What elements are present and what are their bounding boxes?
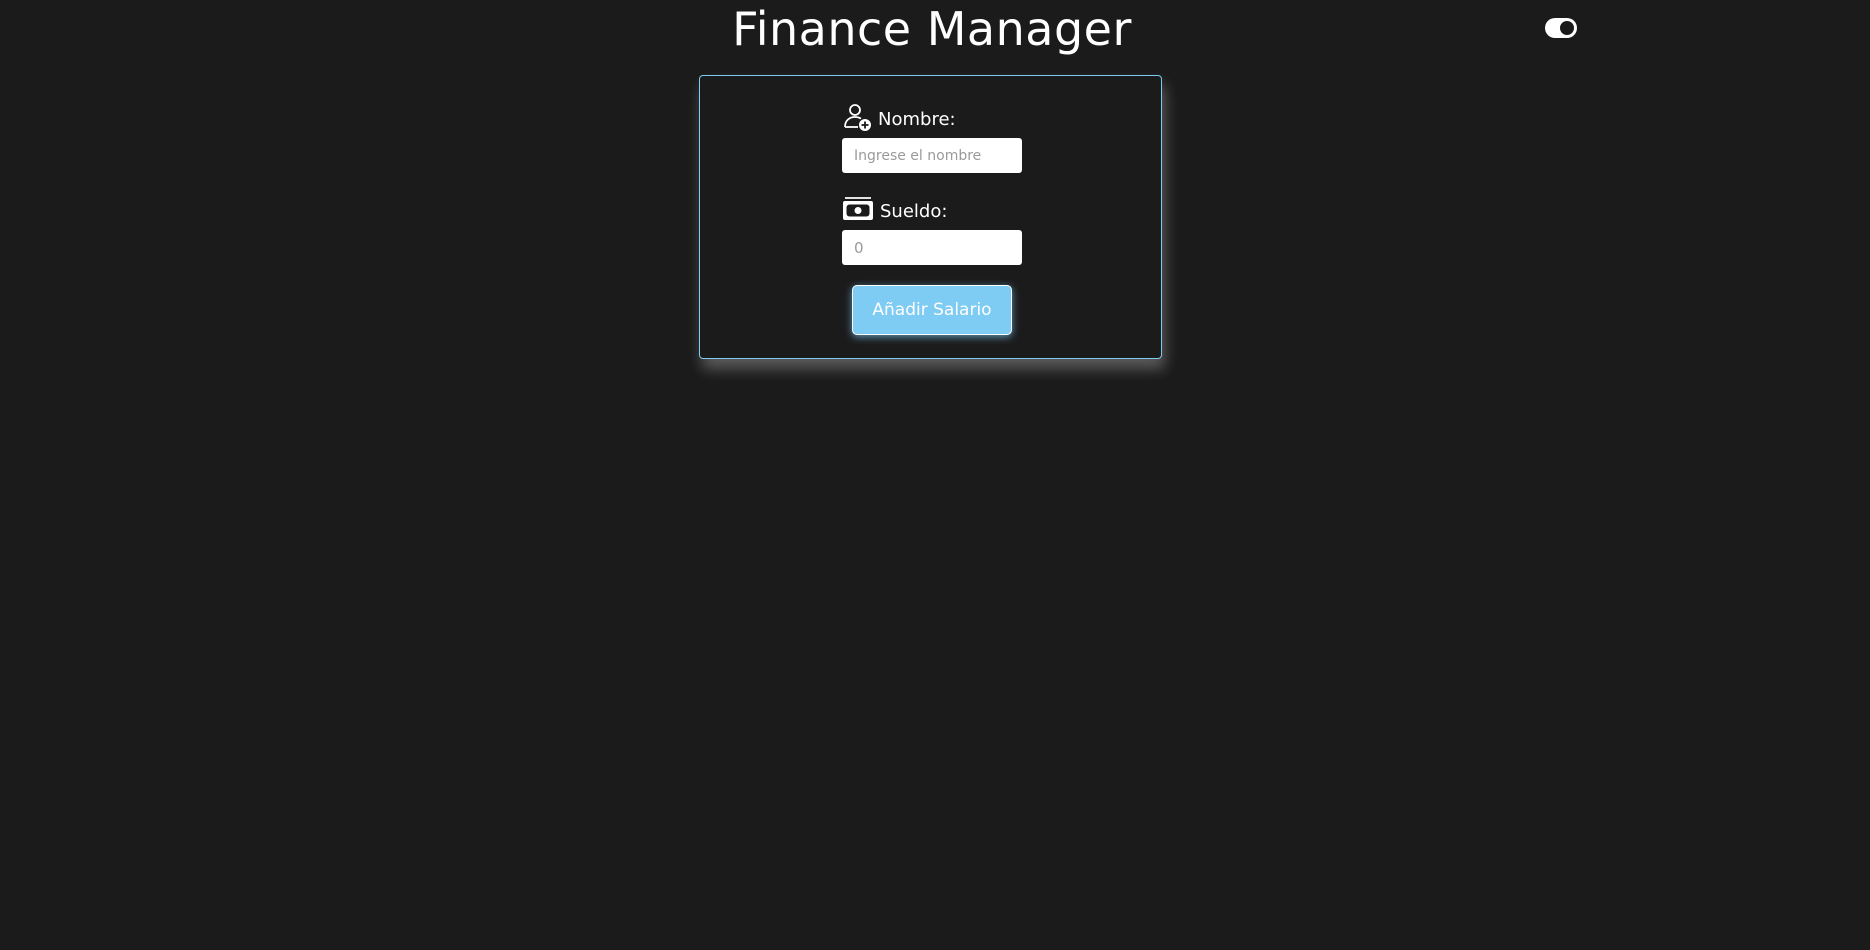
page-title: Finance Manager [732, 2, 1132, 56]
sueldo-label: Sueldo: [842, 196, 947, 227]
theme-toggle[interactable] [1545, 18, 1577, 38]
sueldo-label-text: Sueldo: [880, 201, 948, 222]
add-salary-button[interactable]: Añadir Salario [852, 285, 1012, 335]
page: Finance Manager Nombre: Ingrese el nombr… [0, 0, 1870, 950]
nombre-label-text: Nombre: [878, 109, 956, 130]
nombre-label: Nombre: [842, 102, 956, 137]
user-plus-icon [842, 102, 872, 137]
nombre-input[interactable] [842, 138, 1022, 173]
salary-form-card: Nombre: Sueldo: Añadir Salario [699, 75, 1162, 359]
cash-icon [842, 196, 874, 227]
sueldo-input[interactable] [842, 230, 1022, 265]
toggle-knob [1560, 21, 1574, 35]
